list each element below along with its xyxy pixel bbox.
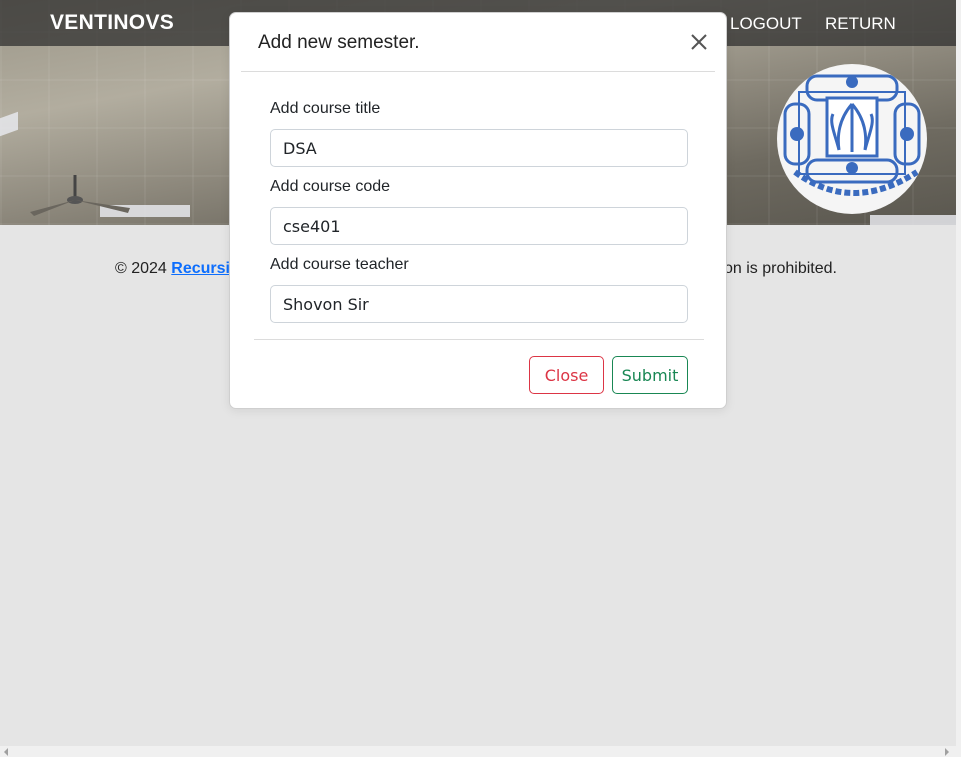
header-divider <box>241 71 715 72</box>
ceiling-light <box>0 111 18 137</box>
footer-copyright: © 2024 Recursiv <box>115 260 239 278</box>
close-icon[interactable] <box>688 31 710 53</box>
course-title-label: Add course title <box>270 100 381 117</box>
close-button[interactable]: Close <box>529 356 604 394</box>
logout-link[interactable]: LOGOUT <box>730 14 802 34</box>
scroll-left-icon[interactable] <box>4 748 8 756</box>
vertical-scrollbar[interactable] <box>956 0 961 757</box>
footer-notice: on is prohibited. <box>724 260 837 277</box>
course-teacher-label: Add course teacher <box>270 256 409 273</box>
ceiling-light <box>870 215 956 225</box>
add-semester-modal: Add new semester. Add course title Add c… <box>229 12 727 409</box>
submit-button[interactable]: Submit <box>612 356 688 394</box>
course-title-input[interactable] <box>270 129 688 167</box>
footer-divider <box>254 339 704 340</box>
course-teacher-input[interactable] <box>270 285 688 323</box>
course-code-label: Add course code <box>270 178 391 195</box>
university-emblem-icon <box>777 64 927 214</box>
modal-title: Add new semester. <box>258 32 420 53</box>
scroll-right-icon[interactable] <box>945 748 949 756</box>
footer-prefix: © 2024 <box>115 260 172 277</box>
horizontal-scrollbar[interactable] <box>0 746 961 757</box>
ceiling-fan-icon <box>30 175 130 216</box>
return-link[interactable]: RETURN <box>825 14 896 34</box>
brand-logo[interactable]: VENTINOVS <box>50 11 174 35</box>
course-code-input[interactable] <box>270 207 688 245</box>
